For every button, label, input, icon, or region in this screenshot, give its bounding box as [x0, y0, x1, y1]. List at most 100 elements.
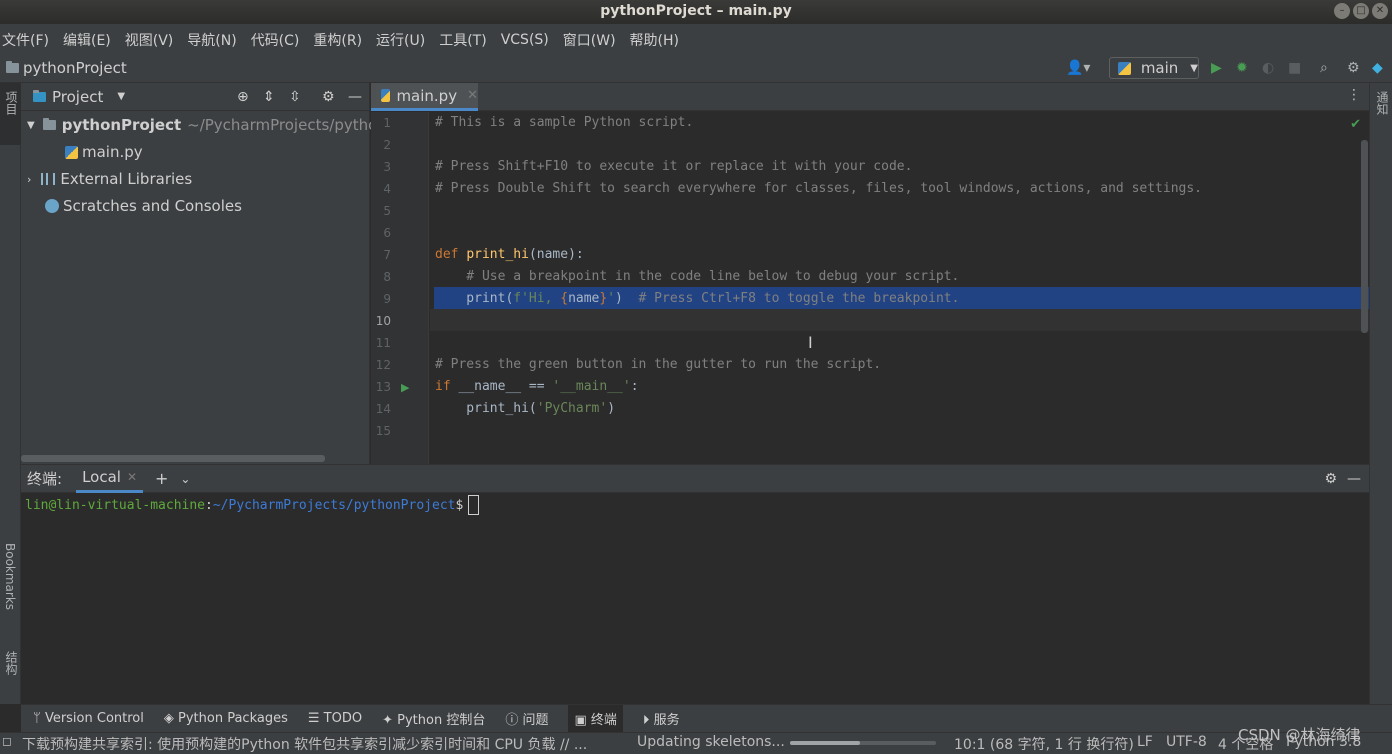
expand-all-icon[interactable]: ⇕: [263, 89, 275, 105]
bookmarks-tool-label[interactable]: Bookmarks: [3, 543, 17, 610]
services-icon: ⏵: [642, 713, 654, 728]
breadcrumb-project: pythonProject: [23, 59, 127, 77]
watermark: CSDN @林海绮律: [1238, 726, 1361, 744]
more-icon[interactable]: ⋮: [1347, 87, 1361, 103]
horizontal-scrollbar[interactable]: [21, 455, 325, 462]
code-line-8[interactable]: # Use a breakpoint in the code line belo…: [435, 266, 959, 288]
vertical-scrollbar[interactable]: [1361, 140, 1368, 333]
maximize-button[interactable]: □: [1353, 3, 1369, 19]
menu-navigate[interactable]: 导航(N): [187, 30, 236, 50]
menu-window[interactable]: 窗口(W): [563, 30, 616, 50]
menu-file[interactable]: 文件(F): [2, 30, 49, 50]
toolwindow-python-packages[interactable]: ◈ Python Packages: [164, 711, 288, 726]
layers-icon: ◈: [163, 711, 179, 726]
code-line-3[interactable]: # Press Shift+F10 to execute it or repla…: [435, 156, 912, 178]
menu-run[interactable]: 运行(U): [376, 30, 425, 50]
user-icon[interactable]: 👤▾: [1066, 60, 1090, 76]
chevron-down-icon: ▼: [1190, 62, 1198, 74]
chevron-right-icon: ›: [27, 172, 32, 186]
structure-tool-label[interactable]: 结构: [3, 651, 20, 675]
menu-help[interactable]: 帮助(H): [630, 30, 679, 50]
comment: # Press the green button in the gutter t…: [435, 357, 882, 372]
collapse-all-icon[interactable]: ⇳: [289, 89, 301, 105]
menu-view[interactable]: 视图(V): [125, 30, 174, 50]
menu-code[interactable]: 代码(C): [251, 30, 300, 50]
string: f'Hi,: [513, 291, 561, 306]
search-icon[interactable]: ⌕: [1320, 60, 1328, 76]
menu-vcs[interactable]: VCS(S): [501, 32, 549, 48]
chevron-down-icon[interactable]: ⌄: [180, 472, 190, 486]
toolwindow-services[interactable]: ⏵ 服务: [643, 709, 680, 728]
project-tool-button[interactable]: 项目: [0, 83, 21, 145]
toolwindow-problems[interactable]: ⓘ 问题: [505, 709, 548, 728]
code-line-1[interactable]: # This is a sample Python script.: [435, 112, 693, 134]
inspection-ok-icon[interactable]: ✔: [1350, 117, 1361, 132]
line-number: 3: [383, 160, 391, 174]
menu-tools[interactable]: 工具(T): [439, 30, 486, 50]
locate-icon[interactable]: ⊕: [237, 89, 249, 105]
terminal-panel: 终端: Local ✕ + ⌄ ⚙ — lin@lin-virtual-mach…: [21, 464, 1369, 704]
run-gutter-icon[interactable]: ▶: [401, 381, 409, 394]
string: 'PyCharm': [536, 401, 608, 416]
menu-refactor[interactable]: 重构(R): [313, 30, 362, 50]
breadcrumb[interactable]: pythonProject: [6, 59, 127, 77]
jetbrains-icon[interactable]: ◆: [1372, 60, 1383, 76]
code-line-14[interactable]: print_hi('PyCharm'): [435, 398, 615, 420]
status-toggle-icon[interactable]: ◻: [2, 734, 12, 748]
status-message[interactable]: 下载预构建共享索引: 使用预构建的Python 软件包共享索引减少索引时间和 C…: [22, 734, 587, 754]
code-text: :: [630, 379, 639, 394]
terminal-tab-local[interactable]: Local ✕: [76, 465, 144, 493]
tree-item-external-libraries[interactable]: › External Libraries: [27, 166, 192, 192]
chevron-down-icon[interactable]: ▼: [117, 91, 125, 102]
tree-item-main-py[interactable]: main.py: [65, 139, 143, 165]
close-tab-icon[interactable]: ✕: [127, 470, 137, 484]
gear-icon[interactable]: ⚙: [1347, 60, 1360, 76]
status-encoding[interactable]: UTF-8: [1166, 734, 1207, 750]
project-panel-header: Project ▼ ⊕ ⇕ ⇳ ⚙ —: [21, 83, 369, 111]
toolwindow-todo[interactable]: ☰ TODO: [308, 711, 362, 726]
run-config-selector[interactable]: main ▼: [1109, 57, 1199, 79]
line-number: 9: [383, 292, 391, 306]
minimize-button[interactable]: –: [1334, 3, 1350, 19]
window-titlebar: pythonProject – main.py – □ ✕: [0, 0, 1392, 24]
status-task[interactable]: Updating skeletons...: [637, 734, 785, 750]
status-caret-position[interactable]: 10:1 (68 字符, 1 行 换行符): [954, 734, 1134, 754]
line-number: 11: [375, 336, 391, 350]
status-line-separator[interactable]: LF: [1137, 734, 1153, 750]
left-tool-strip: 项目 Bookmarks 结构: [0, 83, 21, 704]
close-button[interactable]: ✕: [1372, 3, 1388, 19]
close-tab-icon[interactable]: ✕: [467, 88, 478, 103]
project-view-icon: [33, 89, 46, 102]
menu-bar: 文件(F) 编辑(E) 视图(V) 导航(N) 代码(C) 重构(R) 运行(U…: [0, 24, 1392, 56]
project-view-title[interactable]: Project: [52, 88, 103, 106]
menu-edit[interactable]: 编辑(E): [63, 30, 111, 50]
debug-icon[interactable]: ✹: [1236, 60, 1248, 76]
notifications-tool-label[interactable]: 通知: [1374, 91, 1391, 115]
gear-icon[interactable]: ⚙: [322, 89, 335, 105]
tree-item-scratches[interactable]: Scratches and Consoles: [45, 193, 242, 219]
coverage-icon[interactable]: ◐: [1262, 60, 1274, 76]
keyword: if: [435, 379, 459, 394]
hide-icon[interactable]: —: [1347, 471, 1361, 487]
toolwindow-python-console[interactable]: ✦ Python 控制台: [382, 709, 485, 728]
gear-icon[interactable]: ⚙: [1324, 471, 1337, 487]
comment: # This is a sample Python script.: [435, 115, 694, 130]
code-line-4[interactable]: # Press Double Shift to search everywher…: [435, 178, 1202, 200]
code-line-9[interactable]: print(f'Hi, {name}') # Press Ctrl+F8 to …: [435, 288, 959, 310]
stop-icon[interactable]: ■: [1288, 60, 1301, 76]
run-icon[interactable]: ▶: [1211, 60, 1222, 76]
toolwindow-version-control[interactable]: ᛘ Version Control: [33, 711, 144, 726]
terminal-prompt[interactable]: lin@lin-virtual-machine: ~/PycharmProject…: [25, 494, 480, 516]
code-editor: main.py ✕ ⋮ 1 2 3 4 5 6 7 8 9 10 11 12 1…: [371, 83, 1369, 464]
code-line-12[interactable]: # Press the green button in the gutter t…: [435, 354, 881, 376]
tree-item-label: pythonProject: [61, 116, 182, 134]
toolwindow-terminal[interactable]: ▣ 终端: [568, 705, 623, 732]
code-line-13[interactable]: if __name__ == '__main__':: [435, 376, 639, 398]
line-number: 2: [383, 138, 391, 152]
new-tab-icon[interactable]: +: [155, 469, 168, 488]
tab-main-py[interactable]: main.py ✕: [371, 83, 478, 111]
tree-item-project-root[interactable]: ▼ pythonProject ~/PycharmProjects/python…: [27, 112, 396, 138]
hide-icon[interactable]: —: [348, 89, 362, 105]
code-line-7[interactable]: def print_hi(name):: [435, 244, 584, 266]
tree-item-label: Scratches and Consoles: [63, 197, 242, 215]
